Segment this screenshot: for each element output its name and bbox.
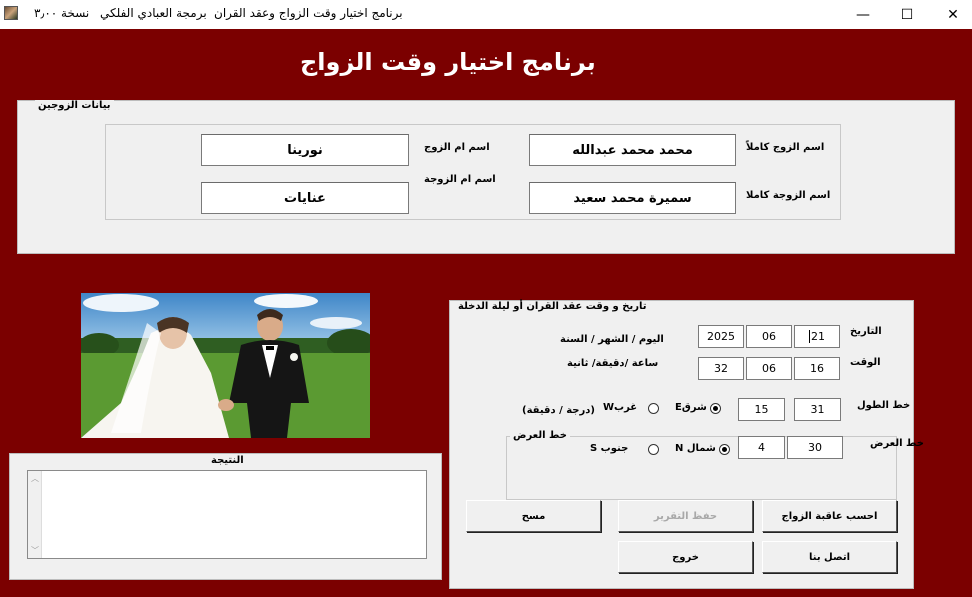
latitude-legend: خط العرض — [510, 430, 570, 441]
bride-mother-field[interactable]: عنايات — [201, 182, 409, 214]
latitude-group: خط العرض خط العرض 4 30 شمال N جنوب S — [506, 430, 924, 500]
time-hint: ساعة /دقيقة/ ثانية — [567, 358, 659, 369]
latitude-deg-field[interactable]: 30 — [787, 436, 843, 459]
longitude-deg-field[interactable]: 31 — [794, 398, 841, 421]
latitude-min-field[interactable]: 4 — [738, 436, 785, 459]
datetime-legend: تاريخ و وقت عقد القران أو ليلة الدخلة — [455, 301, 650, 312]
date-label: التاريخ — [850, 326, 882, 337]
time-label: الوقت — [850, 357, 881, 368]
page-title: برنامج اختيار وقت الزواج — [300, 48, 596, 76]
maximize-button[interactable]: ☐ — [884, 0, 930, 29]
title-bar: نسخة ٣٫٠٠ برمجة العبادي الفلكي برنامج اخ… — [0, 0, 972, 29]
result-textarea[interactable] — [27, 470, 427, 559]
contact-button[interactable]: اتصل بنا — [762, 541, 897, 573]
scroll-down-icon[interactable]: ﹀ — [31, 545, 39, 556]
bride-name-field[interactable]: سميرة محمد سعيد — [529, 182, 736, 214]
minute-field[interactable]: 06 — [746, 357, 792, 380]
minimize-button[interactable]: — — [840, 0, 886, 29]
east-label: شرقE — [675, 402, 707, 413]
bride-name-label: اسم الزوجة كاملا — [746, 190, 831, 201]
title-version: نسخة ٣٫٠٠ — [34, 6, 90, 20]
south-radio[interactable] — [648, 444, 659, 455]
couple-data-inner: محمد محمد عبدالله اسم الزوج كاملاً سميرة… — [105, 124, 841, 220]
title-author: برمجة العبادي الفلكي — [100, 6, 207, 20]
date-hint: اليوم / الشهر / السنة — [560, 334, 664, 345]
title-app: برنامج اختيار وقت الزواج وعقد القران — [214, 6, 403, 20]
latitude-label: خط العرض — [870, 438, 924, 449]
day-field[interactable]: 21 — [794, 325, 840, 348]
hour-field[interactable]: 16 — [794, 357, 840, 380]
west-radio[interactable] — [648, 403, 659, 414]
groom-mother-field[interactable]: نورينا — [201, 134, 409, 166]
exit-button[interactable]: خروج — [618, 541, 753, 573]
groom-name-label: اسم الزوج كاملاً — [746, 142, 825, 153]
result-label: النتيجة — [211, 455, 244, 466]
groom-mother-label: اسم ام الزوج — [424, 142, 490, 153]
couple-data-group: بيانات الزوجين محمد محمد عبدالله اسم الز… — [17, 100, 955, 254]
save-report-button[interactable]: حفظ التقرير — [618, 500, 753, 532]
day-value: 21 — [809, 330, 825, 343]
year-field[interactable]: 2025 — [698, 325, 744, 348]
north-label: شمال N — [675, 443, 716, 454]
scroll-up-icon[interactable]: ︿ — [31, 473, 39, 484]
east-radio[interactable] — [710, 403, 721, 414]
app-icon — [4, 6, 18, 20]
calculate-button[interactable]: احسب عاقبة الزواج — [762, 500, 897, 532]
clear-button[interactable]: مسح — [466, 500, 601, 532]
second-field[interactable]: 32 — [698, 357, 744, 380]
result-scrollbar[interactable]: ︿ ﹀ — [28, 471, 42, 558]
west-label: غربW — [603, 402, 638, 413]
couple-data-legend: بيانات الزوجين — [35, 100, 114, 111]
month-field[interactable]: 06 — [746, 325, 792, 348]
south-label: جنوب S — [590, 443, 629, 454]
groom-name-field[interactable]: محمد محمد عبدالله — [529, 134, 736, 166]
longitude-label: خط الطول — [857, 400, 911, 411]
result-group: النتيجة ︿ ﹀ — [9, 453, 442, 580]
wedding-photo-icon — [81, 293, 370, 438]
longitude-min-field[interactable]: 15 — [738, 398, 785, 421]
close-button[interactable]: ✕ — [930, 0, 972, 29]
north-radio[interactable] — [719, 444, 730, 455]
bride-mother-label: اسم ام الزوجة — [424, 174, 496, 185]
couple-photo — [81, 293, 370, 438]
units-hint: (درجة / دقيقة) — [522, 405, 595, 416]
